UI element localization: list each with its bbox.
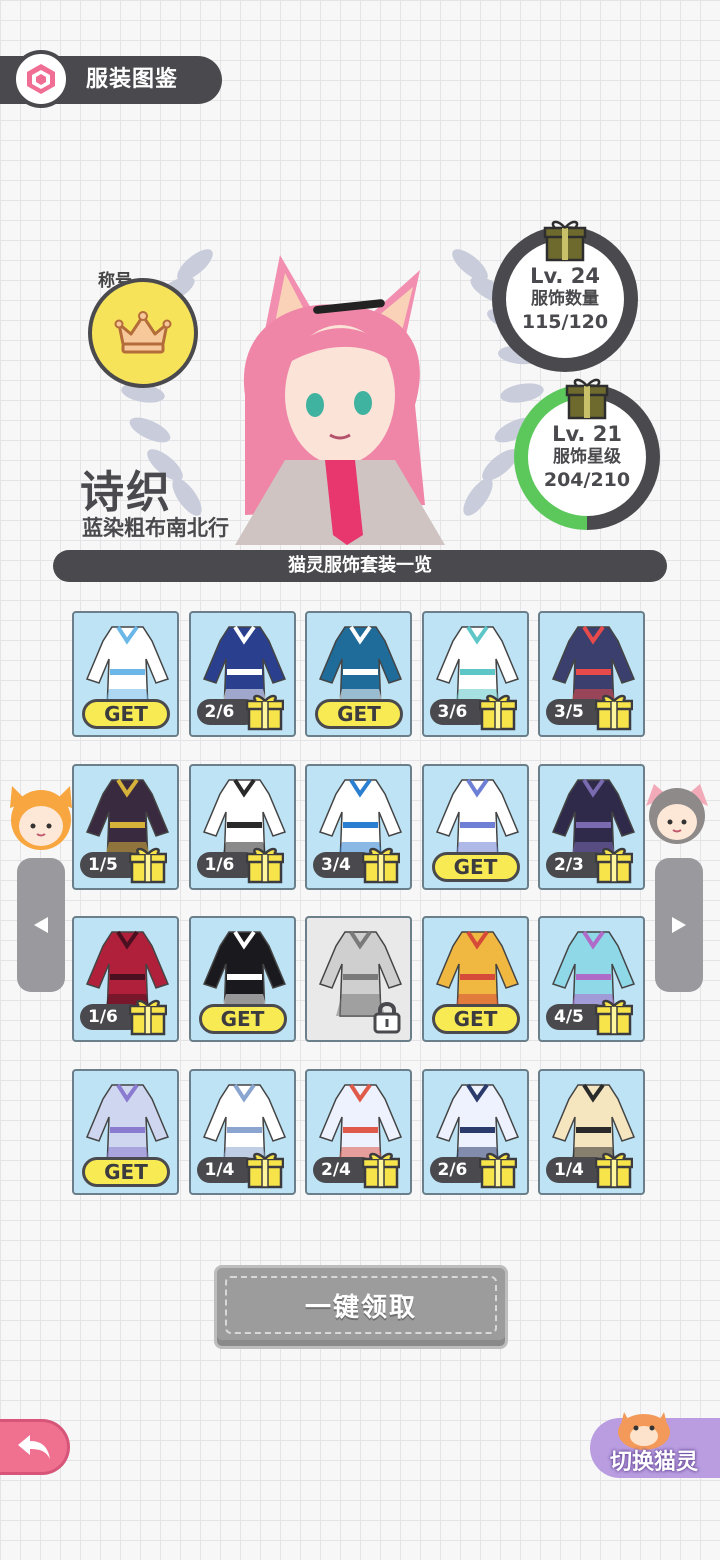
claim-all-label: 一键领取 <box>225 1276 497 1334</box>
outfit-card-black-jacket[interactable]: GET <box>188 916 296 1042</box>
title-badge-button[interactable] <box>88 278 198 388</box>
character-portrait <box>235 255 445 545</box>
outfit-count-stat[interactable]: Lv. 24 服饰数量 115/120 <box>492 220 638 372</box>
outfit-card-navy-dress[interactable]: 2/6 <box>188 611 296 737</box>
gift-icon[interactable] <box>595 998 633 1036</box>
gift-icon[interactable] <box>129 998 167 1036</box>
prev-cat-avatar[interactable] <box>4 776 78 852</box>
lock-icon <box>373 1002 401 1034</box>
outfit-card-cream-sweater[interactable]: 1/4 <box>538 1068 645 1195</box>
outfit-card-red-devil[interactable]: 1/6 <box>72 916 179 1042</box>
back-button[interactable] <box>0 1419 70 1475</box>
outfit-card-blue-qipao[interactable]: GET <box>305 611 412 737</box>
switch-cat-button[interactable]: 切换猫灵 <box>590 1412 720 1478</box>
gift-icon[interactable] <box>478 1151 517 1189</box>
get-reward-button[interactable]: GET <box>198 1004 287 1034</box>
gift-icon <box>565 378 609 420</box>
page-title: 服装图鉴 <box>86 67 179 92</box>
wardrobe-icon <box>12 50 70 108</box>
outfit-card-angel-dress[interactable]: GET <box>421 763 529 890</box>
page-header: 服装图鉴 <box>0 50 222 108</box>
outfit-card-locked-outfit[interactable] <box>305 916 412 1042</box>
outfit-card-dark-armor[interactable]: 2/3 <box>538 763 645 890</box>
get-reward-button[interactable]: GET <box>82 1156 170 1187</box>
outfit-card-dark-lolita[interactable]: 1/5 <box>72 763 179 890</box>
get-reward-button[interactable]: GET <box>315 699 403 729</box>
gift-icon[interactable] <box>245 1151 284 1189</box>
outfit-count-level: Lv. 24 <box>530 264 600 288</box>
outfit-card-idol-outfit[interactable]: 4/5 <box>538 916 645 1042</box>
get-reward-button[interactable]: GET <box>431 1004 520 1034</box>
outfit-card-mecha-suit[interactable]: 2/4 <box>305 1068 412 1195</box>
outfit-card-sailor-uniform[interactable]: 2/6 <box>421 1068 529 1195</box>
outfit-star-label: 服饰星级 <box>553 447 621 467</box>
outfit-grid: GET 2/6 GET 3/6 3/5 1/5 1/6 3/4 GET 2/3 1/6 GET GET 4… <box>72 611 648 1196</box>
outfit-star-value: 204/210 <box>543 469 631 491</box>
back-arrow-icon <box>17 1435 50 1459</box>
outfit-star-stat[interactable]: Lv. 21 服饰星级 204/210 <box>514 378 660 530</box>
gift-icon[interactable] <box>362 846 400 884</box>
gift-icon[interactable] <box>129 846 167 884</box>
chevron-left-icon <box>34 917 48 933</box>
next-cat-avatar[interactable] <box>640 776 714 846</box>
gift-icon[interactable] <box>245 693 284 731</box>
outfit-card-white-hoodie[interactable]: GET <box>72 611 179 737</box>
crown-icon <box>114 311 172 354</box>
character-outfit-name: 蓝染粗布南北行 <box>82 516 229 540</box>
next-page-button[interactable] <box>655 858 703 992</box>
outfit-star-level: Lv. 21 <box>552 422 622 446</box>
gift-icon[interactable] <box>595 1151 633 1189</box>
outfit-card-mech-armor[interactable]: 3/5 <box>538 611 645 737</box>
gift-icon[interactable] <box>595 846 633 884</box>
outfit-count-value: 115/120 <box>521 311 609 333</box>
character-name: 诗织 <box>80 467 172 518</box>
outfit-count-label: 服饰数量 <box>531 289 599 309</box>
outfit-card-school-uniform[interactable]: GET <box>421 916 529 1042</box>
outfit-card-maid-dress[interactable]: 1/6 <box>188 763 296 890</box>
gift-icon[interactable] <box>595 693 633 731</box>
outfit-card-white-shirt[interactable]: 1/4 <box>188 1068 296 1195</box>
prev-page-button[interactable] <box>17 858 65 992</box>
cat-face-icon <box>618 1412 670 1450</box>
gift-icon <box>543 220 587 262</box>
gift-icon[interactable] <box>362 1151 400 1189</box>
gift-icon[interactable] <box>245 846 284 884</box>
gift-icon[interactable] <box>478 693 517 731</box>
outfit-card-white-gown[interactable]: 3/6 <box>421 611 529 737</box>
outfit-card-blue-tailcoat[interactable]: 3/4 <box>305 763 412 890</box>
switch-cat-label: 切换猫灵 <box>610 1450 699 1475</box>
collection-banner: 猫灵服饰套装一览 <box>53 550 667 582</box>
get-reward-button[interactable]: GET <box>431 851 520 882</box>
get-reward-button[interactable]: GET <box>82 699 170 729</box>
outfit-card-kimono[interactable]: GET <box>72 1068 179 1195</box>
claim-all-button[interactable]: 一键领取 <box>214 1265 508 1349</box>
chevron-right-icon <box>672 917 686 933</box>
